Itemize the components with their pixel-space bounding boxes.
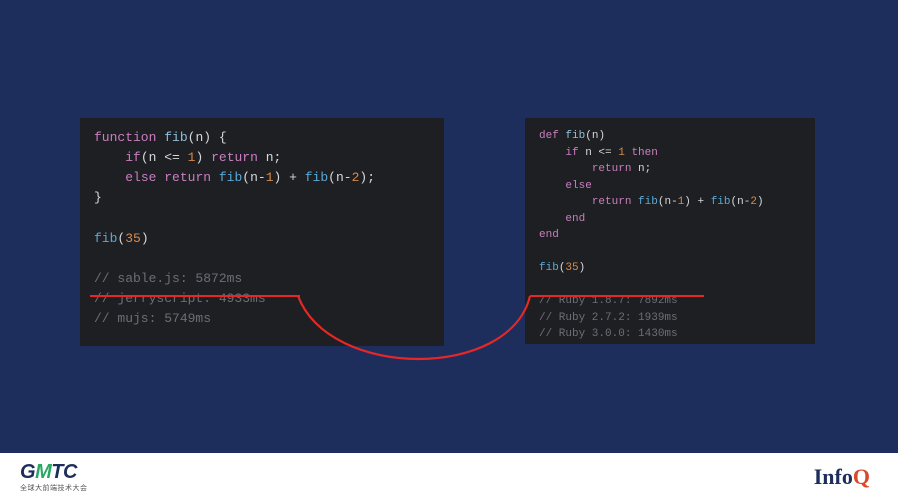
bench-ruby272: // Ruby 2.7.2: 1939ms bbox=[539, 312, 678, 324]
gmtc-subtitle: 全球大前端技术大会 bbox=[20, 483, 88, 493]
bench-mujs: // mujs: 5749ms bbox=[94, 311, 211, 326]
infoq-logo: InfoQ bbox=[814, 464, 870, 490]
bench-jerryscript: // jerryscript: 4933ms bbox=[94, 291, 266, 306]
footer-bar: GMTC 全球大前端技术大会 InfoQ bbox=[0, 453, 898, 500]
underline-right bbox=[530, 295, 704, 297]
underline-left bbox=[90, 295, 300, 297]
bench-ruby300: // Ruby 3.0.0: 1430ms bbox=[539, 328, 678, 340]
slide-background: function fib(n) { if(n <= 1) return n; e… bbox=[0, 0, 898, 453]
bench-sablejs: // sable.js: 5872ms bbox=[94, 271, 242, 286]
kw-function: function bbox=[94, 130, 156, 145]
fn-name-fib: fib bbox=[164, 130, 187, 145]
code-block-javascript: function fib(n) { if(n <= 1) return n; e… bbox=[80, 118, 444, 346]
code-block-ruby: def fib(n) if n <= 1 then return n; else… bbox=[525, 118, 815, 344]
gmtc-logo: GMTC 全球大前端技术大会 bbox=[20, 461, 88, 493]
